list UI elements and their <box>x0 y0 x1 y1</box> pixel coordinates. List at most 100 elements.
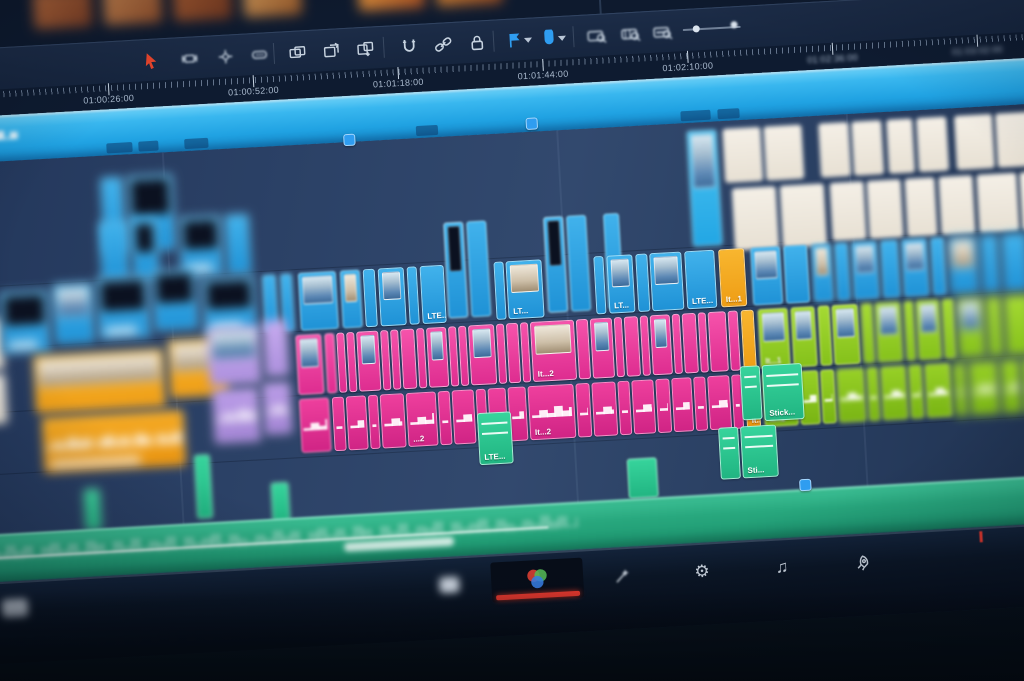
clip[interactable] <box>627 457 659 499</box>
clip[interactable] <box>880 239 901 298</box>
clip[interactable] <box>831 304 860 365</box>
clip[interactable]: ▂▅▃ <box>866 367 881 422</box>
clip[interactable] <box>493 261 506 319</box>
clip[interactable] <box>741 310 757 371</box>
clip[interactable] <box>426 327 449 388</box>
clip[interactable]: ▂▅▃▇▄▆▁▅▇ <box>212 387 261 443</box>
clip[interactable] <box>1019 170 1024 230</box>
clip[interactable] <box>262 320 289 377</box>
clip[interactable] <box>904 177 937 237</box>
clip[interactable] <box>466 220 491 317</box>
clip[interactable] <box>324 333 337 393</box>
clip[interactable] <box>99 220 130 281</box>
clip[interactable]: ▂▅▃▇ <box>591 381 618 436</box>
clip[interactable]: ▂▅▃▇ <box>452 389 477 444</box>
clip[interactable] <box>728 310 741 370</box>
settings-gear-button[interactable]: ⚙ <box>688 558 715 585</box>
clip[interactable] <box>941 298 956 359</box>
clip[interactable] <box>860 303 875 364</box>
clip[interactable] <box>295 334 324 395</box>
clip[interactable] <box>151 269 198 331</box>
clip-labeled[interactable]: LTE... <box>477 411 514 465</box>
timeline-marker[interactable] <box>799 479 812 492</box>
clip-labeled[interactable]: LTE... <box>420 265 447 324</box>
clip[interactable] <box>903 301 916 361</box>
timeline-marker[interactable] <box>343 134 356 147</box>
media-page-button[interactable] <box>2 599 29 618</box>
clip[interactable] <box>866 179 903 239</box>
clip[interactable] <box>298 271 339 331</box>
clip[interactable]: ▂▅▃▇▄ <box>924 363 953 418</box>
clip[interactable]: ▂▅▃▇▄ <box>880 365 909 420</box>
clip[interactable] <box>790 306 817 367</box>
clip[interactable] <box>1001 232 1024 291</box>
clip-labeled[interactable]: It...1 <box>757 308 790 370</box>
timeline-marker[interactable] <box>525 117 538 130</box>
clip[interactable] <box>732 186 779 250</box>
clip[interactable] <box>33 349 166 414</box>
clip[interactable]: ▂▅▃▇▄▆ <box>299 397 332 453</box>
clip[interactable]: ▂▅▃▇ <box>1000 359 1023 414</box>
clip[interactable] <box>650 314 673 375</box>
clip[interactable] <box>722 127 763 183</box>
clip[interactable] <box>576 319 591 380</box>
clip[interactable] <box>443 222 468 319</box>
clip[interactable] <box>851 241 880 300</box>
clip[interactable] <box>830 181 867 241</box>
clip[interactable]: ▂▅▃▇▄ <box>262 382 293 435</box>
clip-labeled[interactable]: ▂▅▃▇▄▆...2 <box>406 391 439 447</box>
clip[interactable] <box>590 318 615 379</box>
clip[interactable] <box>901 238 930 297</box>
clip[interactable] <box>750 246 783 306</box>
clip-labeled[interactable]: It...1 <box>718 248 747 307</box>
clip[interactable] <box>811 243 834 302</box>
clip[interactable] <box>980 234 1001 293</box>
clip[interactable] <box>686 129 722 246</box>
clip[interactable] <box>0 290 51 355</box>
clip[interactable] <box>955 297 986 358</box>
clip[interactable]: ▂▅▃▇ <box>380 393 407 448</box>
clip[interactable] <box>947 235 980 295</box>
clip[interactable] <box>270 482 290 523</box>
clip[interactable] <box>915 299 942 360</box>
clip[interactable] <box>886 118 915 173</box>
clip[interactable] <box>740 365 763 420</box>
clip[interactable] <box>1003 294 1024 355</box>
clip-labeled[interactable]: Sti... <box>740 425 779 479</box>
clip[interactable] <box>378 267 407 326</box>
clip[interactable] <box>635 253 650 312</box>
clip[interactable] <box>916 117 949 173</box>
clip[interactable]: ▂▅▃▇▄ <box>836 368 867 423</box>
clip[interactable]: ▂▅▃ <box>575 383 592 438</box>
clip[interactable]: ▂▅▃▇ <box>707 375 732 430</box>
clip[interactable] <box>780 183 827 247</box>
clip[interactable]: ▂▅▃▇ <box>671 377 694 432</box>
clip[interactable] <box>83 488 101 531</box>
clip[interactable]: ▂▅▃ <box>820 369 837 424</box>
clip[interactable]: ▂▅▃▇▄▆ <box>968 360 1001 416</box>
clip[interactable]: ▂▅▃ <box>693 376 708 431</box>
clip[interactable] <box>593 256 606 314</box>
clip[interactable] <box>718 427 741 480</box>
clip[interactable] <box>818 122 851 178</box>
clip[interactable] <box>178 215 223 277</box>
clip-labeled[interactable]: LTE... <box>684 250 717 310</box>
clip[interactable]: ▂▅▃▇▄▆▁▅▇▃▆▂▇▅▁▆▃▇▂▅▄▇▁▆▃▅▇▂ <box>41 410 186 474</box>
clip[interactable]: ▂▅▃ <box>952 362 969 417</box>
clip[interactable] <box>96 275 151 340</box>
clip[interactable]: ▂▅▃▇ <box>346 395 369 450</box>
color-page-button-active[interactable] <box>490 558 584 603</box>
clip[interactable] <box>682 313 699 374</box>
clip-labeled[interactable]: ▂▅▃▇▄▆▁▅▇It...2 <box>527 384 576 440</box>
clip[interactable]: ▂▅▃ <box>908 364 925 419</box>
clip-labeled[interactable]: It...2 <box>530 320 577 382</box>
clip[interactable] <box>930 237 947 296</box>
clip[interactable] <box>0 373 8 425</box>
clip[interactable]: ▂▅▃ <box>617 381 632 436</box>
fairlight-page-button[interactable]: ♫ <box>768 554 795 581</box>
clip[interactable] <box>976 173 1019 233</box>
clip[interactable] <box>954 114 995 170</box>
clip[interactable]: ▂▅▃ <box>332 397 347 452</box>
edit-page-button[interactable] <box>439 576 460 593</box>
clip[interactable]: ▂▅▃ <box>368 395 381 449</box>
